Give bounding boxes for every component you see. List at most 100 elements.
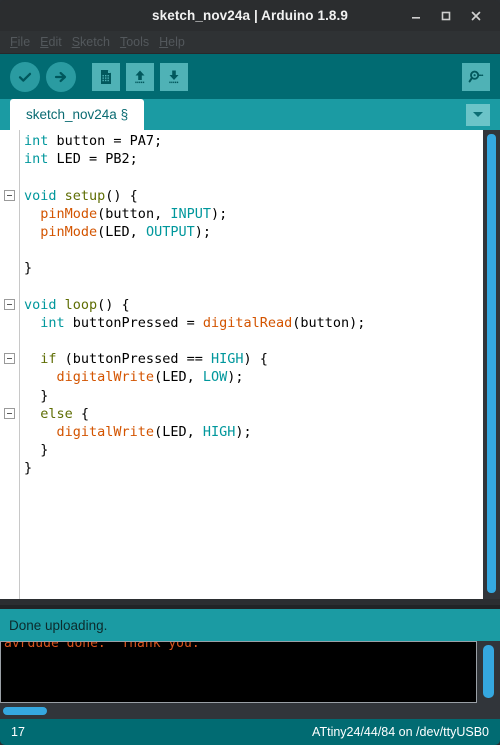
arrow-up-icon [131, 68, 149, 86]
code-line: int buttonPressed = digitalRead(button); [24, 314, 500, 332]
code-token: } [24, 260, 33, 277]
console-horizontal-scrollbar[interactable] [0, 703, 500, 719]
editor-scrollbar-thumb[interactable] [487, 134, 496, 593]
console-vertical-scrollbar[interactable] [477, 641, 500, 703]
code-token: pinMode [40, 205, 98, 222]
code-token: digitalRead [202, 314, 293, 331]
code-line: else { [24, 405, 500, 423]
code-token: button = PA7; [48, 133, 163, 149]
console-output[interactable]: avrdude done. Thank you. [0, 641, 477, 703]
code-token: buttonPressed = [64, 314, 203, 331]
close-button[interactable] [461, 0, 491, 31]
code-token: (button); [292, 314, 366, 331]
code-token: ); [227, 369, 244, 386]
status-message-text: Done uploading. [9, 617, 108, 633]
status-message-bar: Done uploading. [0, 609, 500, 641]
maximize-button[interactable] [431, 0, 461, 31]
code-token: INPUT [170, 205, 211, 222]
code-token: } [24, 387, 49, 404]
menu-item-file[interactable]: File [5, 31, 35, 53]
code-token: (LED, [154, 369, 203, 386]
code-token: ) { [243, 351, 268, 368]
status-bar: 17 ATtiny24/44/84 on /dev/ttyUSB0 [0, 719, 500, 745]
code-token: HIGH [210, 351, 244, 368]
board-port-indicator: ATtiny24/44/84 on /dev/ttyUSB0 [312, 725, 489, 739]
serial-monitor-button[interactable] [462, 62, 490, 91]
save-sketch-button[interactable] [160, 62, 188, 91]
menu-bar: File Edit Sketch Tools Help [0, 31, 500, 54]
code-token: OUTPUT [145, 223, 195, 240]
menu-item-tools[interactable]: Tools [115, 31, 154, 53]
line-number-indicator: 17 [11, 725, 25, 739]
tab-sketch-nov24a[interactable]: sketch_nov24a § [10, 99, 145, 130]
code-fold-toggle[interactable] [4, 189, 15, 201]
code-token: HIGH [202, 424, 236, 440]
code-line: } [24, 459, 500, 477]
minimize-button[interactable] [401, 0, 431, 31]
code-line: } [24, 441, 500, 459]
console-hscrollbar-thumb[interactable] [3, 707, 47, 715]
editor-vertical-scrollbar[interactable] [483, 130, 500, 599]
magnifier-icon [467, 68, 485, 86]
code-line: } [24, 259, 500, 277]
code-token: { [72, 405, 90, 422]
open-sketch-button[interactable] [126, 62, 154, 91]
code-line: pinMode(LED, OUTPUT); [24, 223, 500, 241]
code-token: () { [105, 187, 138, 204]
document-icon [97, 68, 115, 86]
upload-button[interactable] [46, 61, 76, 92]
code-token: loop [64, 296, 98, 313]
menu-item-sketch[interactable]: Sketch [67, 31, 115, 53]
code-token: pinMode [40, 223, 98, 240]
toolbar [0, 54, 500, 99]
code-token: if [40, 351, 57, 368]
code-token: () { [97, 296, 130, 313]
tab-bar: sketch_nov24a § [0, 99, 500, 130]
code-fold-toggle[interactable] [4, 298, 15, 310]
code-text[interactable]: int button = PA7; int LED = PB2; void set… [20, 130, 500, 599]
verify-button[interactable] [10, 61, 40, 92]
code-token: ); [235, 424, 252, 440]
code-token: (LED, [97, 223, 146, 240]
code-line: pinMode(button, INPUT); [24, 205, 500, 223]
code-line: if (buttonPressed == HIGH) { [24, 350, 500, 368]
code-line: void setup() { [24, 187, 500, 205]
code-line: digitalWrite(LED, LOW); [24, 368, 500, 386]
arrow-right-icon [52, 68, 70, 86]
code-token: (LED, [154, 424, 203, 440]
console-scrollbar-thumb[interactable] [483, 645, 494, 698]
menu-item-edit[interactable]: Edit [35, 31, 67, 53]
tab-label: sketch_nov24a § [26, 107, 129, 122]
code-token: ); [210, 205, 228, 222]
code-token: (buttonPressed == [56, 351, 211, 368]
code-fold-toggle[interactable] [4, 353, 15, 365]
code-token: LED = PB2; [48, 151, 138, 168]
code-token: } [24, 460, 33, 477]
fold-gutter[interactable] [0, 130, 20, 599]
console-area: avrdude done. Thank you. [0, 641, 500, 703]
code-token: int [24, 133, 49, 149]
new-sketch-button[interactable] [92, 62, 120, 91]
tab-dropdown-button[interactable] [466, 104, 490, 126]
menu-item-help[interactable]: Help [154, 31, 190, 53]
code-token: (button, [97, 205, 171, 222]
code-token: } [24, 442, 49, 459]
console-line: avrdude done. Thank you. [4, 641, 200, 651]
code-token: int [40, 314, 65, 331]
checkmark-icon [16, 68, 34, 86]
title-bar: sketch_nov24a | Arduino 1.8.9 [0, 0, 500, 31]
code-token: LOW [202, 369, 228, 386]
code-fold-toggle[interactable] [4, 408, 15, 419]
arduino-ide-window: sketch_nov24a | Arduino 1.8.9 File Edit … [0, 0, 500, 745]
code-editor[interactable]: int button = PA7; int LED = PB2; void set… [0, 130, 500, 599]
